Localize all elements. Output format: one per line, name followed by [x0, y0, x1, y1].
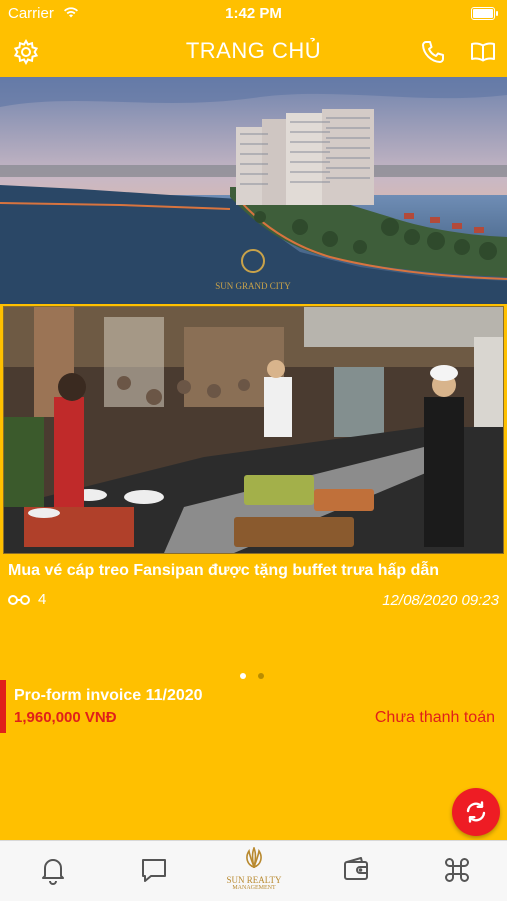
status-bar: Carrier 1:42 PM [0, 0, 507, 28]
tab-notifications[interactable] [22, 841, 82, 901]
tab-more[interactable] [426, 841, 486, 901]
tab-home-logo[interactable]: SUN REALTY MANAGEMENT [222, 845, 286, 897]
news-thumbnail-image[interactable] [3, 306, 504, 554]
logo-line-1: SUN REALTY [226, 875, 282, 885]
status-time: 1:42 PM [225, 5, 282, 22]
wallet-icon [344, 857, 368, 880]
carousel-dot-2[interactable] [258, 673, 264, 679]
gear-icon[interactable] [12, 38, 40, 66]
invoice-name: Pro-form invoice 11/2020 [14, 687, 203, 704]
tab-bar: SUN REALTY MANAGEMENT [0, 840, 507, 901]
nav-bar: TRANG CHỦ [0, 28, 507, 76]
banner-logo-text: SUN GRAND CITY [215, 281, 291, 291]
news-date: 12/08/2020 09:23 [382, 592, 499, 609]
hero-banner-image[interactable]: SUN GRAND CITY [0, 77, 507, 304]
invoice-status-bar [0, 680, 6, 733]
command-icon [445, 858, 469, 882]
news-view-count: 4 [8, 591, 46, 608]
invoice-item[interactable]: Pro-form invoice 11/2020 1,960,000 VNĐ C… [0, 680, 507, 734]
invoice-payment-status: Chưa thanh toán [374, 709, 495, 726]
refresh-button[interactable] [452, 788, 500, 836]
carousel-dot-1[interactable] [240, 673, 246, 679]
news-title[interactable]: Mua vé cáp treo Fansipan được tặng buffe… [8, 562, 500, 580]
tab-messages[interactable] [123, 841, 183, 901]
battery-icon [471, 7, 498, 20]
sun-realty-logo-icon [246, 845, 262, 869]
tab-wallet[interactable] [325, 841, 385, 901]
bell-icon [42, 859, 64, 885]
chat-icon [142, 859, 166, 882]
refresh-icon [466, 801, 486, 823]
logo-line-2: MANAGEMENT [232, 885, 276, 891]
invoice-amount: 1,960,000 VNĐ [14, 709, 117, 726]
glasses-icon [8, 595, 30, 606]
news-views-value: 4 [38, 591, 47, 608]
phone-icon[interactable] [419, 38, 447, 66]
book-icon[interactable] [469, 38, 497, 66]
